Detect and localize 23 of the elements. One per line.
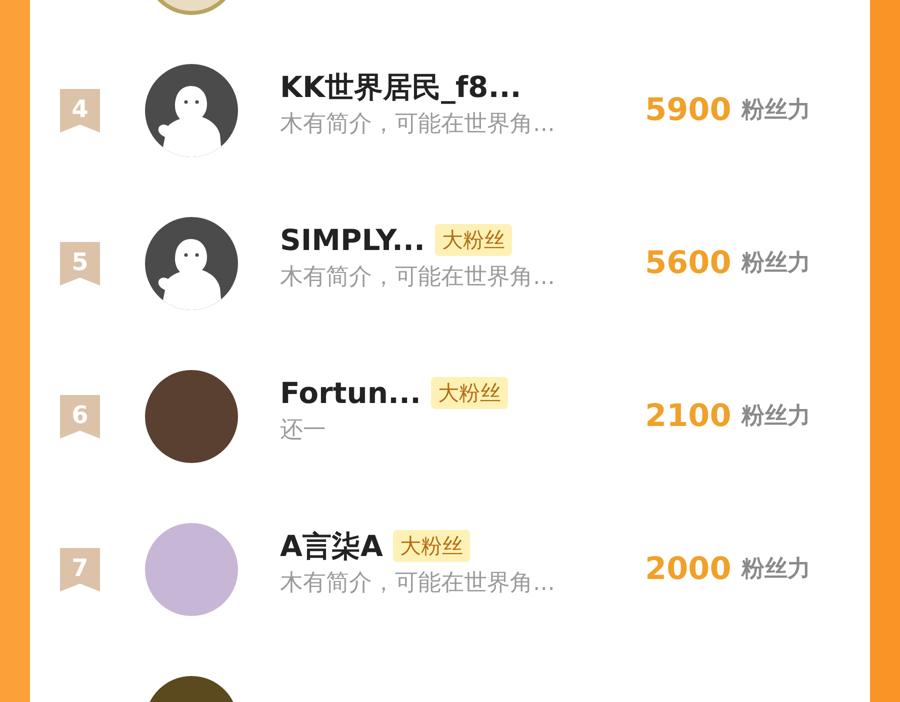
fan-power-score: 2100: [645, 397, 732, 436]
rank-ribbon: 6: [60, 394, 100, 438]
rank-ribbon: 5: [60, 242, 100, 286]
fan-power-label: 粉丝力: [741, 402, 810, 432]
rank-ribbon: 4: [60, 88, 100, 132]
user-name[interactable]: A言柒A: [280, 528, 383, 564]
user-bio: 木有简介，可能在世界角...: [280, 110, 556, 138]
rank-ribbon: 7: [60, 548, 100, 592]
fan-power-score: 2000: [645, 550, 732, 590]
fan-power-score: 5600: [645, 244, 732, 284]
user-bio: 还一: [280, 416, 327, 444]
user-name[interactable]: Fortun...: [280, 374, 422, 410]
fan-power-label: 粉丝力: [741, 555, 810, 584]
fan-level-badge: 大粉丝: [392, 530, 470, 562]
user-bio: 木有简介，可能在世界角...: [280, 262, 556, 292]
user-name[interactable]: SIMPLY...: [280, 222, 425, 258]
fan-power-label: 粉丝力: [741, 96, 810, 126]
fan-power-score: 5900: [645, 91, 732, 130]
user-name[interactable]: KK世界居民_f8...: [280, 68, 522, 104]
fan-level-badge: 大粉丝: [435, 224, 512, 256]
fan-power-label: 粉丝力: [741, 249, 810, 278]
user-bio: 木有简介，可能在世界角...: [280, 568, 556, 598]
fan-level-badge: 大粉丝: [431, 376, 508, 408]
